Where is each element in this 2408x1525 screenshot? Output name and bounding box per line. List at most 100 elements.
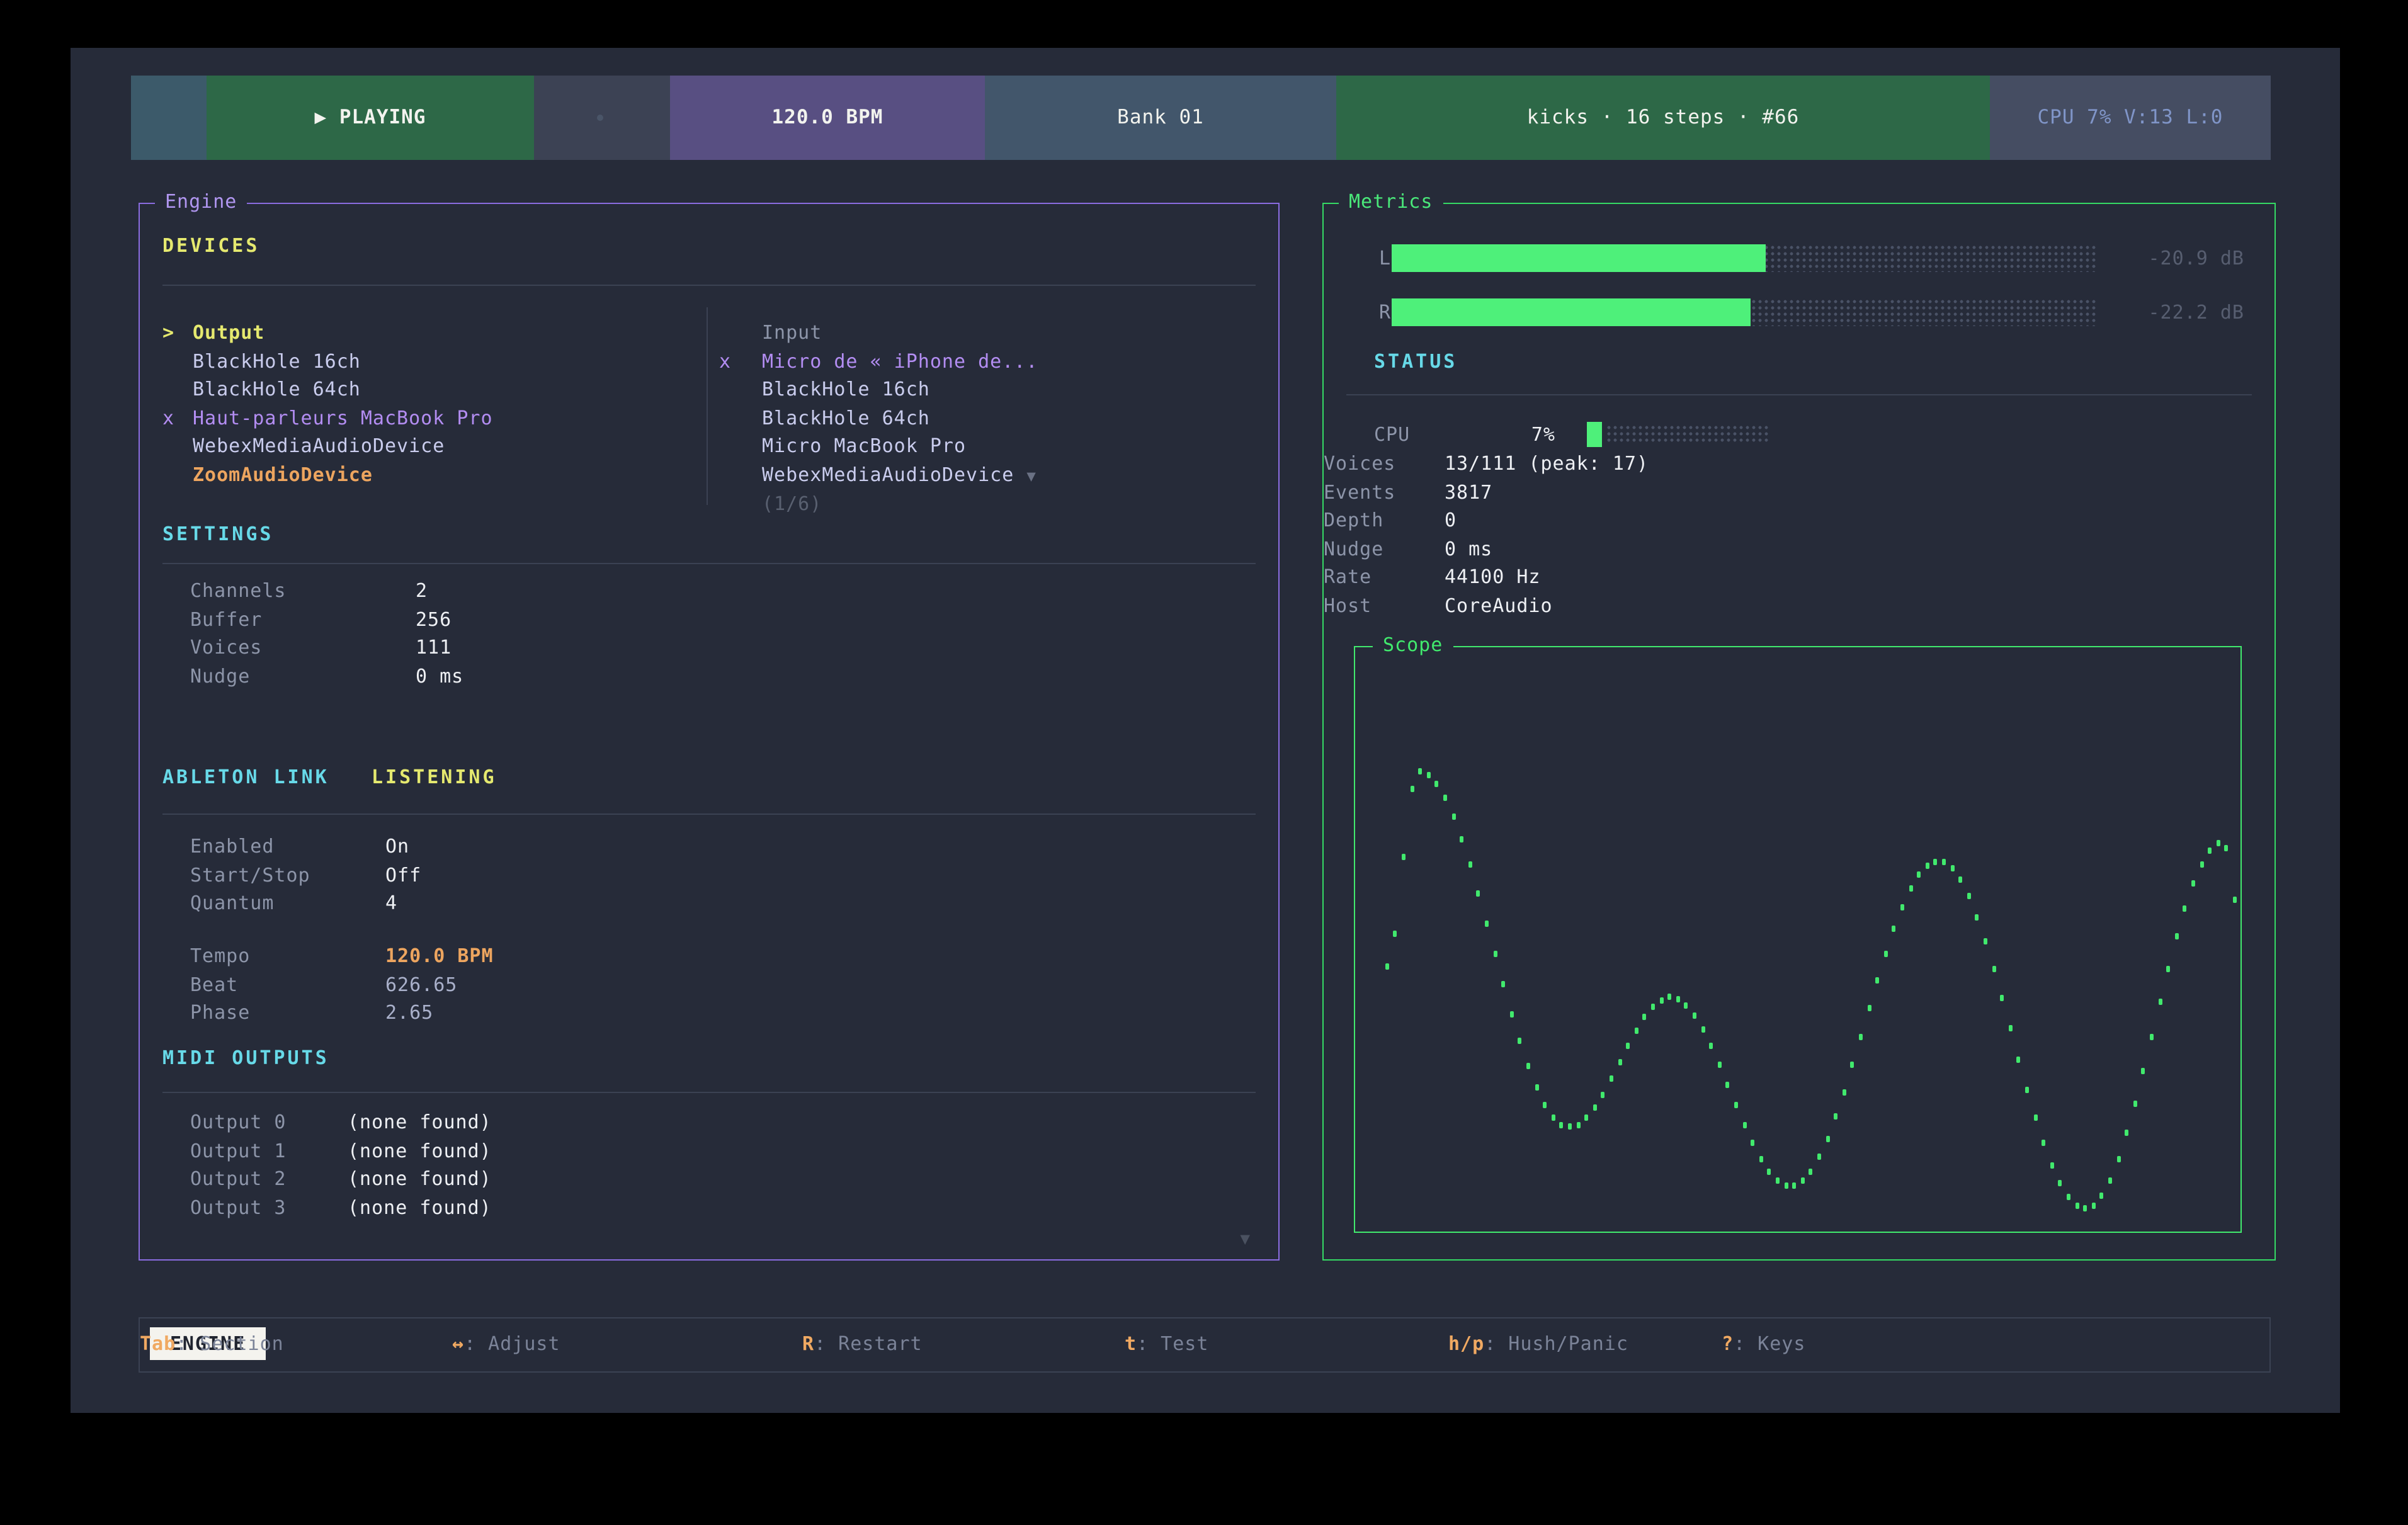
input-device-row[interactable]: WebexMediaAudioDevice ▼ [719, 461, 1273, 489]
midi-output-row: Output 3(none found) [190, 1194, 1256, 1222]
key-hint-section[interactable]: Tab: Section [140, 1318, 284, 1369]
device-name: ZoomAudioDevice [193, 463, 373, 486]
scope-sample-dot [1568, 1124, 1572, 1130]
status-label: Nudge [1324, 535, 1445, 564]
scope-sample-dot [1443, 795, 1447, 802]
metrics-panel: Metrics L-20.9 dBR-22.2 dB STATUS CPU 7%… [1322, 203, 2276, 1261]
input-device-row[interactable]: (1/6) [719, 489, 1273, 518]
meter-fill [1392, 244, 1766, 272]
scope-sample-dot [1742, 1122, 1746, 1128]
scope-sample-dot [2025, 1086, 2029, 1092]
topbar-beat-segment [534, 76, 670, 160]
scope-sample-dot [1958, 876, 1962, 883]
setting-row: Buffer256 [190, 605, 1256, 633]
setting-value: 111 [416, 636, 451, 659]
midi-divider [162, 1092, 1256, 1093]
scope-sample-dot [1418, 768, 1422, 774]
scope-sample-dot [1859, 1034, 1863, 1040]
meter-db-value: -22.2 dB [2149, 298, 2245, 326]
status-label: Events [1324, 478, 1445, 506]
link-rows: EnabledOnStart/StopOffQuantum4 [190, 832, 1256, 918]
scope-sample-dot [1477, 890, 1480, 897]
link-label: Enabled [190, 832, 385, 861]
metrics-panel-title: Metrics [1339, 190, 1443, 213]
link-label: Quantum [190, 889, 385, 917]
device-name: BlackHole 16ch [193, 349, 361, 372]
status-divider [1346, 394, 2252, 395]
settings-rows: Channels2Buffer256Voices111Nudge0 ms [190, 577, 1256, 691]
hint-key: h/p [1448, 1332, 1484, 1355]
output-device-row[interactable]: ZoomAudioDevice [162, 461, 704, 489]
link-tempo-value: 2.65 [385, 1001, 433, 1024]
hint-label: : Keys [1734, 1332, 1805, 1355]
scope-sample-dot [1751, 1140, 1754, 1147]
meter-track [1392, 298, 2098, 326]
beat-indicator-dot [597, 115, 603, 121]
scope-sample-dot [1817, 1154, 1821, 1160]
midi-output-value: (none found) [348, 1196, 492, 1219]
scope-sample-dot [1834, 1114, 1837, 1120]
midi-output-row: Output 1(none found) [190, 1137, 1256, 1165]
input-device-row[interactable]: BlackHole 16ch [719, 375, 1273, 404]
level-meter-r: R-22.2 dB [1324, 298, 2275, 326]
midi-output-value: (none found) [348, 1167, 492, 1190]
setting-label: Voices [190, 633, 416, 662]
hint-label: : Restart [814, 1332, 923, 1355]
status-row: Voices13/111 (peak: 17) [1324, 450, 2252, 478]
status-value: CoreAudio [1445, 594, 1553, 617]
scope-sample-dot [2009, 1025, 2013, 1031]
scope-sample-dot [1709, 1043, 1713, 1049]
output-device-row[interactable]: >Output [162, 319, 704, 347]
scope-sample-dot [1543, 1101, 1547, 1108]
key-hint-adjust[interactable]: ↔: Adjust [452, 1318, 560, 1369]
key-hint-hush-panic[interactable]: h/p: Hush/Panic [1448, 1318, 1628, 1369]
input-device-row[interactable]: BlackHole 64ch [719, 404, 1273, 433]
status-row: HostCoreAudio [1324, 592, 2252, 620]
bpm-display: 120.0 BPM [670, 76, 985, 160]
hint-label: : Hush/Panic [1484, 1332, 1628, 1355]
scope-sample-dot [1734, 1103, 1738, 1109]
midi-output-label: Output 2 [190, 1165, 348, 1193]
output-device-row[interactable]: xHaut-parleurs MacBook Pro [162, 404, 704, 433]
output-device-row[interactable]: BlackHole 64ch [162, 375, 704, 404]
scope-sample-dot [1801, 1177, 1805, 1184]
scope-sample-dot [1501, 981, 1505, 987]
cpu-value: 7% [1445, 421, 1555, 448]
input-device-row[interactable]: Input [719, 319, 1273, 347]
scope-sample-dot [2067, 1194, 2070, 1200]
status-value: 3817 [1445, 480, 1492, 503]
top-status-bar: ▶ PLAYING 120.0 BPM Bank 01 kicks · 16 s… [131, 76, 2271, 160]
scope-sample-dot [2059, 1181, 2062, 1187]
scope-sample-dot [1909, 886, 1912, 892]
scope-sample-dot [1427, 772, 1431, 778]
status-label: Depth [1324, 506, 1445, 535]
input-device-row[interactable]: Micro MacBook Pro [719, 433, 1273, 461]
status-label: Voices [1324, 450, 1445, 478]
scope-sample-dot [1967, 893, 1971, 899]
scope-wave [1355, 647, 2240, 1232]
key-hint-keys[interactable]: ?: Keys [1722, 1318, 1805, 1369]
output-device-row[interactable]: WebexMediaAudioDevice [162, 433, 704, 461]
scope-sample-dot [1451, 814, 1455, 820]
scope-sample-dot [1892, 926, 1896, 932]
cpu-status-row: CPU 7% [1324, 421, 2275, 448]
midi-output-label: Output 1 [190, 1137, 348, 1165]
scope-sample-dot [1776, 1177, 1780, 1184]
scope-sample-dot [1626, 1043, 1630, 1049]
scope-sample-dot [1518, 1038, 1522, 1045]
scroll-down-icon[interactable]: ▼ [1240, 1230, 1251, 1249]
link-tempo-row: Tempo120.0 BPM [190, 942, 1256, 970]
hint-label: : Adjust [464, 1332, 560, 1355]
input-device-row[interactable]: xMicro de « iPhone de... [719, 347, 1273, 375]
scope-sample-dot [2175, 933, 2179, 939]
midi-output-value: (none found) [348, 1139, 492, 1162]
setting-label: Channels [190, 577, 416, 605]
scope-sample-dot [1635, 1027, 1638, 1033]
dropdown-arrow-icon[interactable]: ▼ [1026, 467, 1036, 485]
key-hint-test[interactable]: t: Test [1125, 1318, 1208, 1369]
output-device-row[interactable]: BlackHole 16ch [162, 347, 704, 375]
scope-sample-dot [1526, 1063, 1530, 1069]
device-name: WebexMediaAudioDevice [762, 463, 1014, 486]
app-window: ▶ PLAYING 120.0 BPM Bank 01 kicks · 16 s… [71, 48, 2340, 1413]
key-hint-restart[interactable]: R: Restart [802, 1318, 923, 1369]
